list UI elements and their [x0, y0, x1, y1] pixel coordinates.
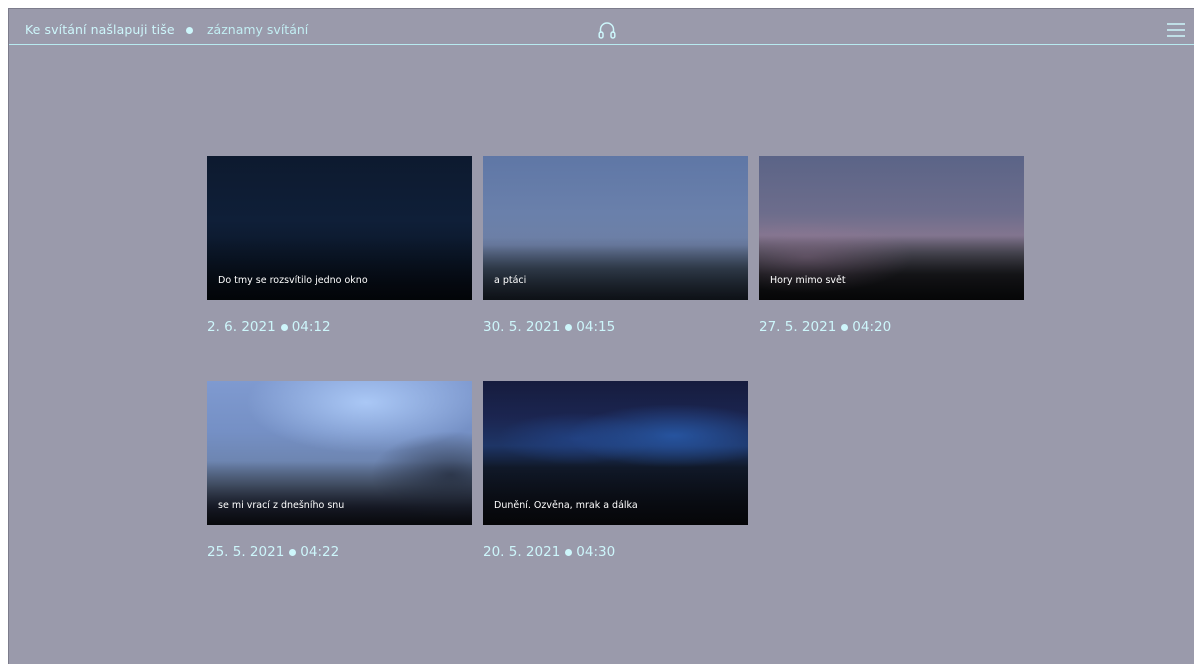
recording-thumbnail[interactable]: se mi vrací z dnešního snu	[207, 381, 472, 525]
recording-card[interactable]: Do tmy se rozsvítilo jedno okno 2. 6. 20…	[207, 156, 472, 337]
recording-timestamp: 27. 5. 2021 04:20	[759, 317, 1024, 337]
recording-thumbnail[interactable]: Hory mimo svět	[759, 156, 1024, 300]
recording-card[interactable]: Hory mimo svět 27. 5. 2021 04:20	[759, 156, 1024, 337]
site-title-link[interactable]: Ke svítání našlapuji tiše	[25, 22, 175, 37]
recording-card[interactable]: se mi vrací z dnešního snu 25. 5. 2021 0…	[207, 381, 472, 562]
recording-timestamp: 25. 5. 2021 04:22	[207, 542, 472, 562]
hamburger-menu-icon[interactable]	[1167, 22, 1185, 38]
recording-time: 04:20	[852, 319, 892, 335]
headphones-icon[interactable]	[597, 20, 617, 40]
recording-caption: se mi vrací z dnešního snu	[218, 500, 345, 511]
recording-timestamp: 20. 5. 2021 04:30	[483, 542, 748, 562]
recording-thumbnail[interactable]: Dunění. Ozvěna, mrak a dálka	[483, 381, 748, 525]
recording-caption: Do tmy se rozsvítilo jedno okno	[218, 275, 368, 286]
recording-card[interactable]: a ptáci 30. 5. 2021 04:15	[483, 156, 748, 337]
recording-time: 04:15	[576, 319, 616, 335]
separator-dot	[186, 27, 193, 34]
separator-dot	[280, 323, 288, 331]
recording-timestamp: 30. 5. 2021 04:15	[483, 317, 748, 337]
section-title-link[interactable]: záznamy svítání	[207, 22, 308, 37]
recording-card[interactable]: Dunění. Ozvěna, mrak a dálka 20. 5. 2021…	[483, 381, 748, 562]
recording-date: 20. 5. 2021	[483, 544, 561, 560]
recording-thumbnail[interactable]: Do tmy se rozsvítilo jedno okno	[207, 156, 472, 300]
separator-dot	[565, 323, 573, 331]
page: Ke svítání našlapuji tiše záznamy svítán…	[8, 8, 1194, 664]
recording-date: 27. 5. 2021	[759, 319, 837, 335]
recording-time: 04:12	[291, 319, 331, 335]
separator-dot	[289, 548, 297, 556]
recording-timestamp: 2. 6. 2021 04:12	[207, 317, 472, 337]
recording-caption: Hory mimo svět	[770, 275, 846, 286]
separator-dot	[841, 323, 849, 331]
recording-time: 04:30	[576, 544, 616, 560]
top-bar: Ke svítání našlapuji tiše záznamy svítán…	[9, 9, 1194, 45]
separator-dot	[565, 548, 573, 556]
recording-date: 30. 5. 2021	[483, 319, 561, 335]
recording-thumbnail[interactable]: a ptáci	[483, 156, 748, 300]
recording-time: 04:22	[300, 544, 340, 560]
recording-caption: Dunění. Ozvěna, mrak a dálka	[494, 500, 638, 511]
recording-date: 25. 5. 2021	[207, 544, 285, 560]
recording-caption: a ptáci	[494, 275, 527, 286]
recording-date: 2. 6. 2021	[207, 319, 276, 335]
